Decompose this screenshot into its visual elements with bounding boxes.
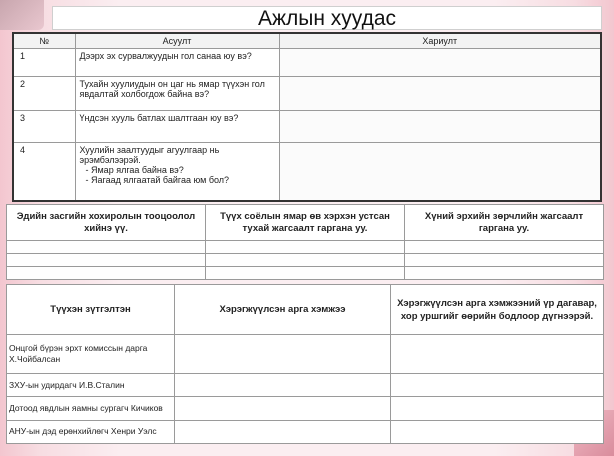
question-text: Дээрх эх сурвалжуудын гол санаа юу вэ? <box>74 47 280 77</box>
header-human-rights: Хүний эрхийн зөрчлийн жагсаалт гаргана у… <box>404 204 604 241</box>
answer-cell[interactable] <box>174 333 391 375</box>
answer-cell[interactable] <box>205 266 405 280</box>
answer-cell[interactable] <box>390 373 604 398</box>
figure-name: АНУ-ын дэд ерөнхийлөгч Хенри Уэлс <box>6 419 175 445</box>
table-row: Онцгой бүрэн эрхт комиссын дарга Х.Чойба… <box>6 333 604 375</box>
header-consequences: Хэрэгжүүлсэн арга хэмжээний үр дагавар, … <box>390 284 604 335</box>
figures-table-header: Түүхэн зүтгэлтэн Хэрэгжүүлсэн арга хэмжэ… <box>6 284 604 335</box>
answer-cell[interactable] <box>174 373 391 398</box>
question-main: Хуулийн заалтуудыг агуулгаар нь эрэмбэлэ… <box>79 144 220 165</box>
header-measures-taken: Хэрэгжүүлсэн арга хэмжээ <box>174 284 391 335</box>
answer-cell[interactable] <box>174 419 391 445</box>
table-row: 3 Үндсэн хууль батлах шалтгаан юу вэ? <box>12 109 602 143</box>
corner-decoration-top-left <box>0 0 44 30</box>
answer-cell[interactable] <box>174 396 391 421</box>
answer-cell[interactable] <box>278 47 602 77</box>
header-economic-damage: Эдийн засгийн хохиролын тооцоолол хийнэ … <box>6 204 206 241</box>
slide-title: Ажлын хуудас <box>52 6 602 30</box>
row-number: 3 <box>12 109 76 143</box>
answer-cell[interactable] <box>404 253 604 267</box>
answer-cell[interactable] <box>205 240 405 254</box>
answer-cell[interactable] <box>6 240 206 254</box>
table-row: 2 Тухайн хуулиудын он цаг нь ямар түүхэн… <box>12 75 602 111</box>
question-sub: - Яагаад ялгаатай байгаа юм бол? <box>85 174 230 185</box>
answer-cell[interactable] <box>6 266 206 280</box>
question-sub: - Ямар ялгаа байна вэ? <box>85 164 184 175</box>
answer-cell[interactable] <box>390 396 604 421</box>
table-row: 1 Дээрх эх сурвалжуудын гол санаа юу вэ? <box>12 47 602 77</box>
figure-name: ЗХУ-ын удирдагч И.В.Сталин <box>6 373 175 398</box>
answer-cell[interactable] <box>278 141 602 202</box>
table-row: Дотоод явдлын яамны сургагч Кичиков <box>6 396 604 421</box>
question-text: Хуулийн заалтуудыг агуулгаар нь эрэмбэлэ… <box>74 141 280 202</box>
answer-cell[interactable] <box>205 253 405 267</box>
figure-name: Онцгой бүрэн эрхт комиссын дарга Х.Чойба… <box>6 333 175 375</box>
answer-cell[interactable] <box>6 253 206 267</box>
table-row <box>6 266 604 280</box>
question-table: № Асуулт Хариулт 1 Дээрх эх сурвалжуудын… <box>12 32 602 202</box>
damage-table-header: Эдийн засгийн хохиролын тооцоолол хийнэ … <box>6 204 604 241</box>
table-row: АНУ-ын дэд ерөнхийлөгч Хенри Уэлс <box>6 419 604 445</box>
answer-cell[interactable] <box>390 419 604 445</box>
question-text: Тухайн хуулиудын он цаг нь ямар түүхэн г… <box>74 75 280 111</box>
row-number: 2 <box>12 75 76 111</box>
header-answer: Хариулт <box>278 32 602 49</box>
answer-cell[interactable] <box>404 266 604 280</box>
figure-name: Дотоод явдлын яамны сургагч Кичиков <box>6 396 175 421</box>
header-number: № <box>12 32 76 49</box>
damage-table: Эдийн засгийн хохиролын тооцоолол хийнэ … <box>6 204 604 280</box>
question-text: Үндсэн хууль батлах шалтгаан юу вэ? <box>74 109 280 143</box>
table-row <box>6 240 604 254</box>
table-row: 4 Хуулийн заалтуудыг агуулгаар нь эрэмбэ… <box>12 141 602 202</box>
answer-cell[interactable] <box>390 333 604 375</box>
table-row: ЗХУ-ын удирдагч И.В.Сталин <box>6 373 604 398</box>
header-historical-figure: Түүхэн зүтгэлтэн <box>6 284 175 335</box>
header-question: Асуулт <box>74 32 280 49</box>
table-row <box>6 253 604 267</box>
answer-cell[interactable] <box>404 240 604 254</box>
header-heritage-loss: Түүх соёлын ямар өв хэрхэн устсан тухай … <box>205 204 405 241</box>
row-number: 4 <box>12 141 76 202</box>
figures-table: Түүхэн зүтгэлтэн Хэрэгжүүлсэн арга хэмжэ… <box>6 284 604 445</box>
answer-cell[interactable] <box>278 109 602 143</box>
answer-cell[interactable] <box>278 75 602 111</box>
row-number: 1 <box>12 47 76 77</box>
question-table-header: № Асуулт Хариулт <box>12 32 602 49</box>
